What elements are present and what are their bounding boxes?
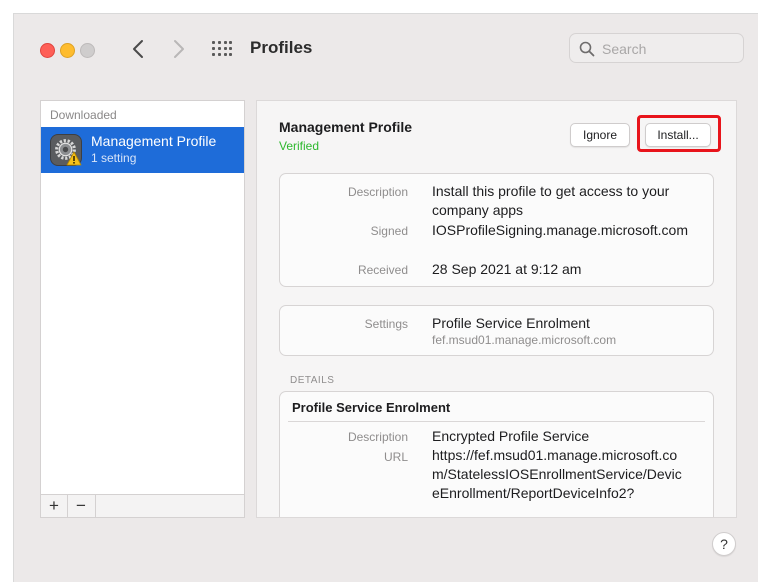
sidebar-section-header: Downloaded — [50, 108, 117, 122]
search-placeholder: Search — [602, 41, 647, 57]
forward-button[interactable] — [167, 36, 191, 62]
details-description-label: Description — [347, 430, 408, 444]
minimize-window-button[interactable] — [60, 43, 75, 58]
details-header: DETAILS — [290, 375, 335, 386]
show-all-grid-icon[interactable] — [212, 41, 232, 57]
back-button[interactable] — [126, 36, 150, 62]
search-field[interactable]: Search — [569, 33, 744, 63]
install-highlight-box — [637, 115, 721, 152]
sidebar-item-label: Management Profile — [91, 133, 217, 149]
settings-label: Settings — [364, 317, 408, 331]
add-profile-button[interactable]: + — [41, 495, 68, 517]
sidebar-item-management-profile[interactable]: Management Profile 1 setting — [41, 127, 244, 173]
search-icon — [579, 41, 595, 57]
signed-value: IOSProfileSigning.manage.microsoft.com — [432, 222, 688, 238]
ignore-button[interactable]: Ignore — [570, 123, 630, 147]
signed-label: Signed — [370, 224, 408, 238]
description-value: Install this profile to get access to yo… — [432, 183, 670, 218]
zoom-window-button[interactable] — [80, 43, 95, 58]
remove-profile-button[interactable]: − — [67, 495, 96, 517]
settings-subvalue: fef.msud01.manage.microsoft.com — [432, 333, 617, 347]
window-title: Profiles — [250, 38, 313, 57]
divider — [288, 421, 705, 422]
settings-gear-warning-icon — [50, 134, 82, 166]
profiles-sidebar: Downloaded Management Profile 1 setting — [40, 100, 245, 518]
details-card: Profile Service Enrolment Description En… — [279, 391, 714, 517]
sidebar-item-sublabel: 1 setting — [91, 151, 137, 165]
description-label: Description — [347, 185, 408, 199]
system-preferences-window: Profiles Search Downloaded Management Pr… — [13, 13, 758, 582]
received-value: 28 Sep 2021 at 9:12 am — [432, 261, 582, 277]
url-value: https://fef.msud01.manage.microsoft.com/… — [432, 447, 682, 501]
sidebar-footer: + − — [40, 494, 245, 518]
details-description-value: Encrypted Profile Service — [432, 428, 590, 444]
profile-summary-card: Description Install this profile to get … — [279, 173, 714, 287]
settings-value: Profile Service Enrolment — [432, 315, 590, 331]
close-window-button[interactable] — [40, 43, 55, 58]
verified-status: Verified — [279, 139, 320, 153]
details-section-title: Profile Service Enrolment — [292, 400, 451, 415]
url-label: URL — [383, 450, 408, 464]
chevron-left-icon — [133, 40, 143, 58]
received-label: Received — [357, 263, 408, 277]
settings-card: Settings Profile Service Enrolment fef.m… — [279, 305, 714, 356]
profile-detail-panel: Management Profile Verified Ignore Insta… — [256, 100, 737, 518]
chevron-right-icon — [174, 40, 184, 58]
profile-title: Management Profile — [279, 119, 413, 135]
help-button[interactable]: ? — [712, 532, 736, 556]
